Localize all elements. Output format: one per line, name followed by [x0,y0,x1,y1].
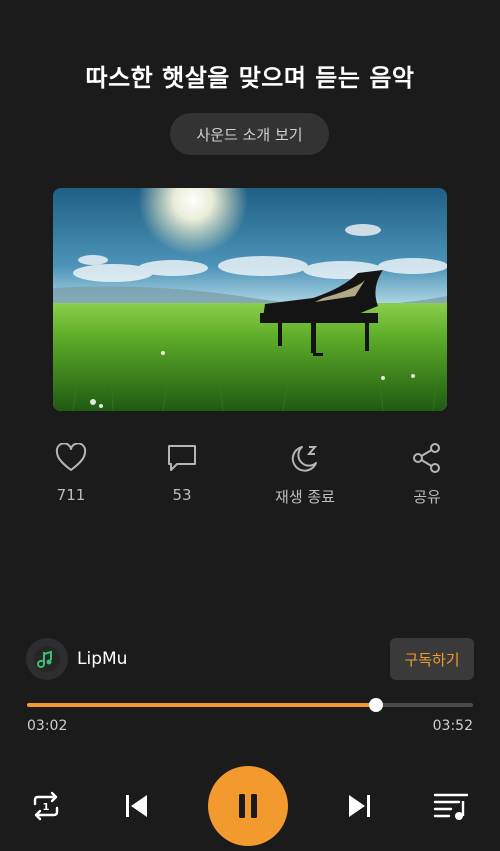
repeat-one-button[interactable]: 1 [28,788,64,824]
previous-button[interactable] [118,788,154,824]
playlist-icon [433,793,469,820]
share-label: 공유 [413,488,441,506]
sleep-timer-button[interactable]: 재생 종료 [255,438,355,507]
subscribe-button[interactable]: 구독하기 [390,638,474,680]
next-button[interactable] [342,788,378,824]
playback-controls: 1 [0,766,500,846]
moon-sleep-icon [285,438,325,478]
playlist-button[interactable] [432,788,470,824]
page-title: 따스한 햇살을 맞으며 듣는 음악 [85,64,415,92]
action-bar: 711 53 재생 종료 공유 [0,438,500,518]
share-icon [407,438,447,478]
previous-icon [126,795,147,817]
svg-text:1: 1 [43,802,50,813]
like-button[interactable]: 711 [21,438,121,504]
channel-avatar[interactable] [26,638,68,680]
pause-icon [239,794,257,818]
channel-row: LipMu 구독하기 [26,638,474,682]
repeat-one-icon: 1 [33,791,59,821]
album-cover-image [53,188,447,411]
comment-count: 53 [172,486,192,504]
sound-intro-button[interactable]: 사운드 소개 보기 [170,113,329,155]
subscribe-label: 구독하기 [404,650,460,669]
current-time: 03:02 [27,718,68,734]
sound-intro-label: 사운드 소개 보기 [196,125,303,144]
comment-icon [162,438,202,478]
like-count: 711 [56,486,86,504]
progress-handle[interactable] [369,698,383,712]
sleep-timer-label: 재생 종료 [275,488,335,506]
pause-button[interactable] [208,766,288,846]
progress-fill [27,703,376,707]
next-icon [349,795,370,817]
share-button[interactable]: 공유 [377,438,477,507]
channel-name[interactable]: LipMu [77,649,127,669]
total-time: 03:52 [432,718,473,734]
comment-button[interactable]: 53 [132,438,232,504]
heart-icon [51,438,91,478]
